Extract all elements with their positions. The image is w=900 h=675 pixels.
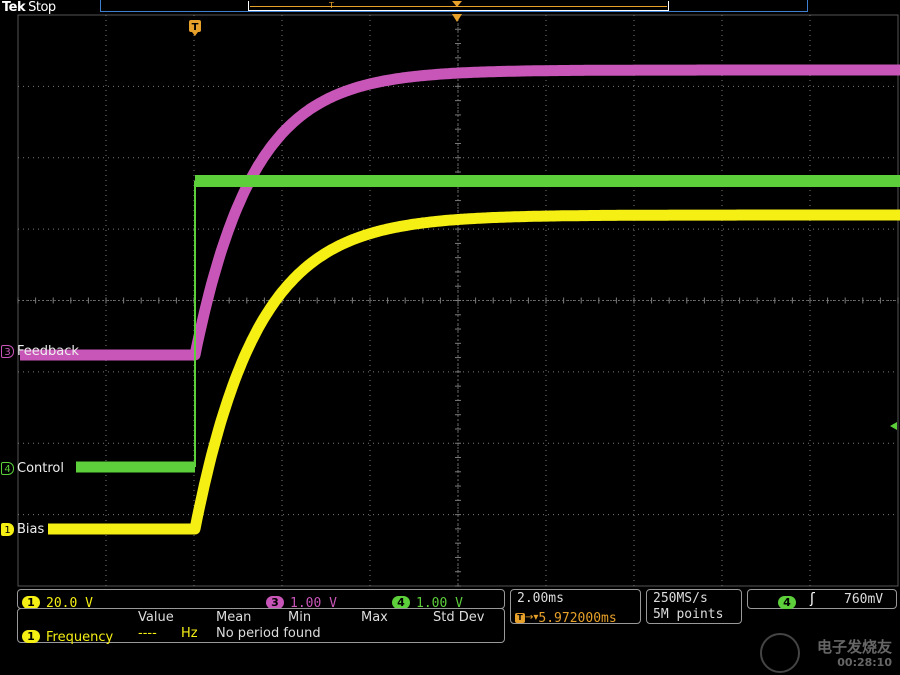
horizontal-readout-panel[interactable]: 2.00ms T →▾5.972000ms xyxy=(510,589,641,626)
ch1-badge: 1 xyxy=(1,523,14,536)
watermark-subtext: 00:28:10 xyxy=(837,656,892,669)
record-length: 5M points xyxy=(653,607,724,622)
meas-header-max: Max xyxy=(361,610,388,625)
ch1-trace xyxy=(48,209,900,535)
meas-unit: Hz xyxy=(181,626,198,641)
delay-readout[interactable]: T →▾5.972000ms xyxy=(515,607,617,626)
trigger-level: 760mV xyxy=(844,592,884,607)
measurement-panel[interactable]: Value Mean Min Max Std Dev 1 Frequency --… xyxy=(17,608,505,645)
rising-edge-icon: ʃ xyxy=(810,591,815,607)
acquisition-readout-panel[interactable]: 250MS/s 5M points xyxy=(646,589,742,624)
meas-message: No period found xyxy=(216,626,321,641)
time-per-div: 2.00ms xyxy=(517,591,564,606)
meas-header-mean: Mean xyxy=(216,610,252,625)
ch3-badge: 3 xyxy=(1,345,14,358)
vertical-readout-panel[interactable]: 1 20.0 V 3 1.00 V 4 1.00 V xyxy=(17,589,505,611)
ch4-badge: 4 xyxy=(1,462,14,475)
ch3-label: Feedback xyxy=(17,344,79,359)
meas-header-min: Min xyxy=(288,610,312,625)
delay-value: 5.972000ms xyxy=(538,611,617,626)
ch1-marker[interactable]: 1 Bias xyxy=(1,523,44,537)
ch3-marker[interactable]: 3 Feedback xyxy=(1,345,79,359)
trigger-readout-panel[interactable]: 4 ʃ 760mV xyxy=(747,589,897,609)
expansion-center-icon xyxy=(452,14,462,22)
delay-arrow-icon: →▾ xyxy=(525,612,539,623)
trigger-source: 4 xyxy=(778,592,802,611)
svg-text:T: T xyxy=(192,22,199,33)
ch4-label: Control xyxy=(17,461,64,476)
watermark-text: 电子发烧友 xyxy=(816,638,892,656)
trigger-delay-icon: T xyxy=(515,612,525,623)
meas-name: Frequency xyxy=(46,630,114,645)
waveform-traces xyxy=(20,64,900,535)
graticule xyxy=(17,14,899,587)
trigger-source-num: 4 xyxy=(778,596,796,609)
trigger-position-icon[interactable]: T xyxy=(189,20,201,36)
ch4-marker[interactable]: 4 Control xyxy=(1,462,64,476)
sample-rate: 250MS/s xyxy=(653,591,708,606)
watermark-logo-icon xyxy=(760,633,800,673)
waveform-display[interactable]: T xyxy=(0,0,900,590)
meas-header-value: Value xyxy=(138,610,174,625)
watermark: 电子发烧友 00:28:10 xyxy=(817,639,892,671)
ch1-label: Bias xyxy=(17,522,45,537)
meas-ch-num: 1 xyxy=(22,630,40,643)
trigger-level-icon[interactable] xyxy=(890,422,897,430)
meas-row-frequency[interactable]: 1 Frequency xyxy=(22,626,113,645)
meas-value: ---- xyxy=(138,626,157,641)
meas-header-stddev: Std Dev xyxy=(433,610,485,625)
